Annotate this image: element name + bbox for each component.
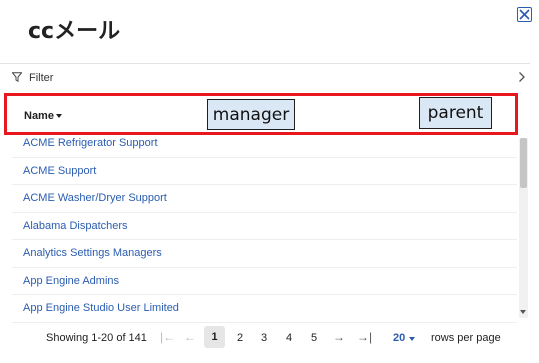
group-link[interactable]: App Engine Admins	[23, 275, 119, 287]
last-page-icon[interactable]: →|	[357, 330, 372, 344]
rows-per-page-label: rows per page	[431, 332, 501, 344]
caret-down-icon[interactable]	[56, 114, 62, 118]
page-button[interactable]: 5	[304, 332, 324, 344]
group-link[interactable]: ACME Support	[23, 165, 96, 177]
list-item[interactable]: Alabama Dispatchers	[12, 213, 517, 240]
parent-annotation: parent	[419, 97, 492, 129]
list-item[interactable]: ACME Washer/Dryer Support	[12, 185, 517, 213]
list-item[interactable]: ACME Support	[12, 158, 517, 185]
vertical-scrollbar[interactable]	[519, 138, 528, 318]
group-link[interactable]: ACME Washer/Dryer Support	[23, 192, 167, 204]
scroll-down-icon[interactable]	[520, 310, 526, 314]
list-item[interactable]: ACME Refrigerator Support	[12, 130, 517, 158]
filter-icon	[12, 72, 22, 82]
close-icon	[519, 9, 530, 20]
page-button-current[interactable]: 1	[204, 326, 225, 348]
list-item[interactable]: App Engine Studio User Limited	[12, 295, 517, 323]
group-list: ACME Refrigerator Support ACME Support A…	[12, 130, 517, 323]
scrollbar-thumb[interactable]	[520, 138, 527, 188]
prev-page-icon: ←	[184, 330, 196, 344]
first-page-icon: |←	[160, 330, 176, 344]
dialog-title: ccメール	[28, 19, 121, 44]
pagination-bar: Showing 1-20 of 141 |← ← 1 2 3 4 5 → →| …	[0, 324, 539, 352]
filter-label: Filter	[29, 72, 54, 84]
group-link[interactable]: Alabama Dispatchers	[23, 220, 128, 232]
chevron-down-icon[interactable]	[409, 337, 415, 341]
column-header-name[interactable]: Name	[24, 110, 54, 122]
group-link[interactable]: ACME Refrigerator Support	[23, 137, 158, 149]
list-item[interactable]: Analytics Settings Managers	[12, 240, 517, 268]
next-page-icon[interactable]: →	[333, 330, 345, 344]
page-button[interactable]: 2	[230, 332, 250, 344]
page-button[interactable]: 3	[254, 332, 274, 344]
group-link[interactable]: App Engine Studio User Limited	[23, 302, 179, 314]
filter-bar[interactable]: Filter	[0, 63, 530, 91]
manager-annotation: manager	[207, 99, 295, 130]
group-link[interactable]: Analytics Settings Managers	[23, 247, 162, 259]
rows-per-page-select[interactable]: 20	[393, 332, 405, 344]
pagination-summary: Showing 1-20 of 141	[46, 332, 147, 344]
close-button[interactable]	[517, 7, 532, 22]
list-item[interactable]: App Engine Admins	[12, 268, 517, 295]
chevron-right-icon[interactable]	[518, 71, 526, 83]
page-button[interactable]: 4	[279, 332, 299, 344]
